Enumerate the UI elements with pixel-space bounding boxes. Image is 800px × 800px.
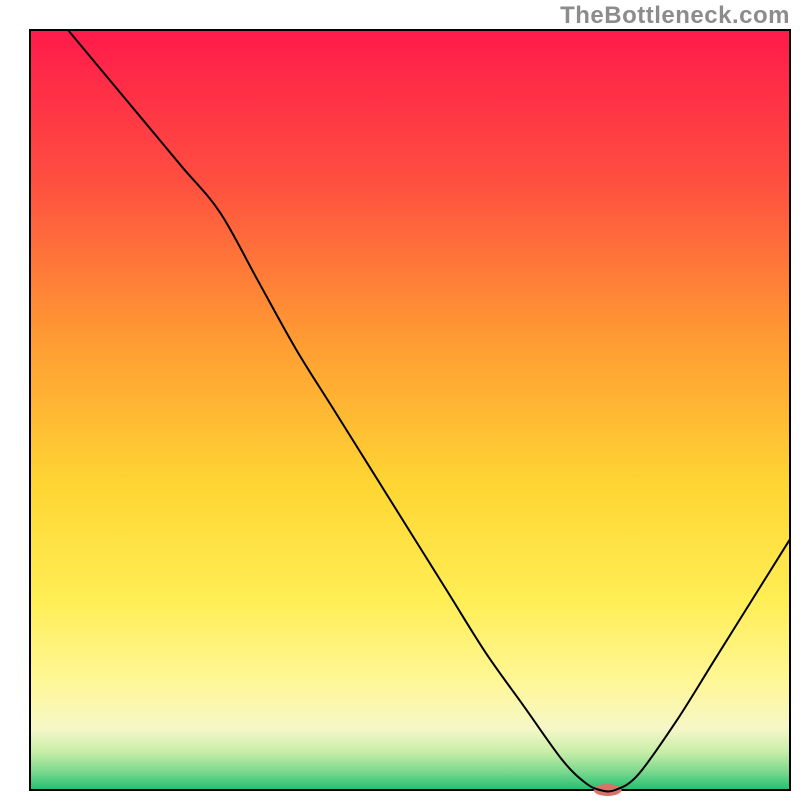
plot-background [30, 30, 790, 790]
bottleneck-chart: TheBottleneck.com [0, 0, 800, 800]
chart-svg [0, 0, 800, 800]
watermark-label: TheBottleneck.com [560, 2, 790, 30]
